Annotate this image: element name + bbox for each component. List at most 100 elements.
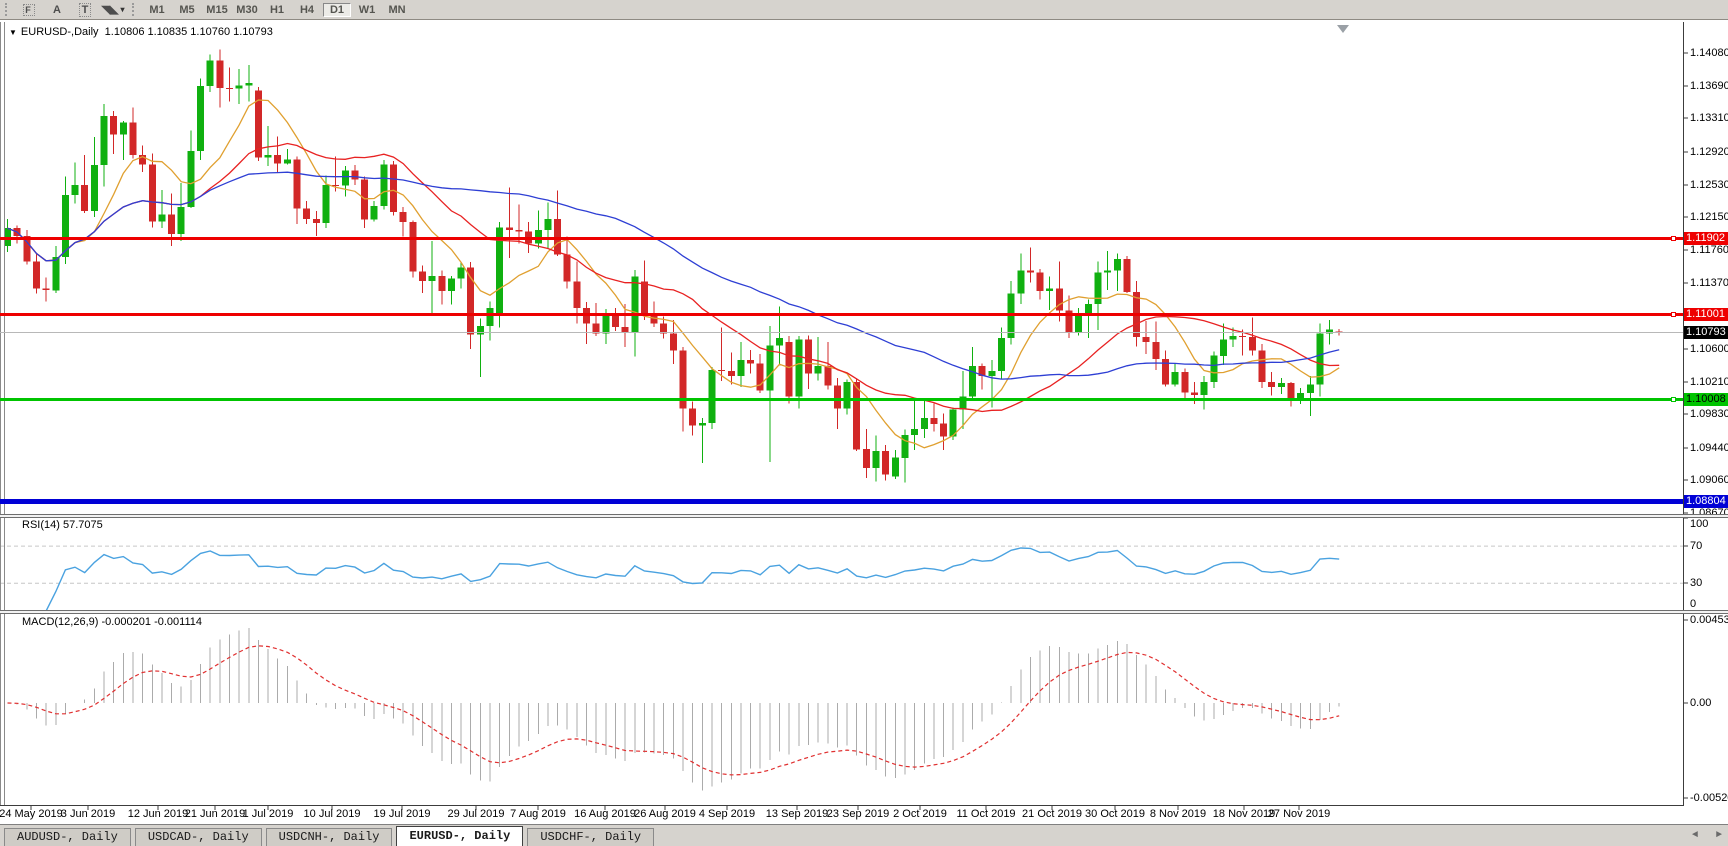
macd-axis-label: 0.00 (1690, 697, 1711, 709)
price-level-badge: 1.11902 (1684, 232, 1728, 245)
rsi-axis-label: 30 (1690, 577, 1702, 589)
price-axis-label: 1.12150 (1690, 211, 1728, 223)
macd-axis-label: 0.004536 (1690, 614, 1728, 626)
chart-tab-eurusd[interactable]: EURUSD-, Daily (396, 826, 523, 846)
tab-scroll-arrows: ◄ ► (1680, 830, 1722, 841)
date-axis-label: 18 Nov 2019 (1213, 808, 1275, 820)
rsi-axis-label: 70 (1690, 540, 1702, 552)
panel-separator[interactable] (0, 610, 1728, 614)
chart-tab-usdchf[interactable]: USDCHF-, Daily (527, 828, 654, 846)
price-level-badge: 1.08804 (1684, 495, 1728, 508)
chart-tab-usdcnh[interactable]: USDCNH-, Daily (266, 828, 393, 846)
timeframe-button-MN[interactable]: MN (383, 3, 411, 17)
price-axis-label: 1.13310 (1690, 112, 1728, 124)
date-axis-label: 11 Oct 2019 (956, 808, 1015, 820)
candlesticks (4, 50, 1343, 483)
horizontal-level-line-resistance[interactable] (0, 313, 1683, 316)
toolbar: F A T ◥◣▾ M1M5M15M30H1H4D1W1MN (0, 0, 1728, 20)
chart-tab-usdcad[interactable]: USDCAD-, Daily (135, 828, 262, 846)
price-axis-label: 1.10600 (1690, 343, 1728, 355)
chart-tab-bar: AUDUSD-, DailyUSDCAD-, DailyUSDCNH-, Dai… (0, 824, 1728, 846)
text-label-icon[interactable]: T (73, 2, 97, 18)
moving-averages (8, 100, 1340, 448)
date-axis-label: 10 Jul 2019 (304, 808, 361, 820)
chart-shift-marker[interactable] (1337, 25, 1349, 33)
price-axis-label: 1.11760 (1690, 244, 1728, 256)
date-axis-label: 21 Jun 2019 (185, 808, 246, 820)
arrow-tools-icon[interactable]: ◥◣▾ (101, 2, 125, 18)
price-axis-label: 1.12920 (1690, 146, 1728, 158)
date-axis-label: 2 Oct 2019 (893, 808, 947, 820)
price-axis-label: 1.13690 (1690, 80, 1728, 92)
date-axis-label: 30 Oct 2019 (1085, 808, 1145, 820)
price-axis-label: 1.12530 (1690, 179, 1728, 191)
timeframe-button-W1[interactable]: W1 (353, 3, 381, 17)
text-icon[interactable]: A (45, 2, 69, 18)
arrow-tools-icon-glyph: ◥◣ (102, 3, 119, 16)
tab-scroll-left-icon[interactable]: ◄ (1692, 830, 1698, 841)
current-price-line (0, 332, 1683, 333)
price-axis-line (1683, 22, 1684, 806)
timeframe-button-D1[interactable]: D1 (323, 3, 351, 17)
timeframe-button-M1[interactable]: M1 (143, 3, 171, 17)
horizontal-level-line-support[interactable] (0, 398, 1683, 401)
date-axis-label: 13 Sep 2019 (766, 808, 828, 820)
date-axis-label: 3 Jun 2019 (61, 808, 115, 820)
timeframe-button-M5[interactable]: M5 (173, 3, 201, 17)
macd-indicator-label: MACD(12,26,9) -0.000201 -0.001114 (22, 616, 202, 628)
line-studies-toolbar: F A T ◥◣▾ (15, 2, 127, 18)
price-axis-label: 1.10210 (1690, 376, 1728, 388)
fibonacci-icon-glyph: F (23, 4, 35, 16)
chart-tab-audusd[interactable]: AUDUSD-, Daily (4, 828, 131, 846)
date-axis-label: 26 Aug 2019 (634, 808, 696, 820)
timeframe-button-M15[interactable]: M15 (203, 3, 231, 17)
dropdown-caret-icon[interactable]: ▾ (120, 5, 124, 14)
chart-ohlc-values: 1.10806 1.10835 1.10760 1.10793 (105, 26, 273, 38)
rsi-indicator-label: RSI(14) 57.7075 (22, 519, 103, 531)
date-axis-label: 29 Jul 2019 (448, 808, 505, 820)
price-level-badge: 1.10008 (1684, 393, 1728, 406)
toolbar-grip[interactable] (132, 3, 137, 16)
rsi-panel (0, 546, 1683, 611)
macd-histogram (8, 628, 1340, 790)
window-border (0, 22, 1, 805)
text-label-icon-glyph: T (79, 3, 92, 17)
date-axis-label: 21 Oct 2019 (1022, 808, 1082, 820)
date-axis-label: 19 Jul 2019 (374, 808, 431, 820)
chart-symbol-label: EURUSD-,Daily (21, 26, 99, 38)
price-axis-label: 1.11370 (1690, 277, 1728, 289)
chart-window[interactable] (0, 20, 1728, 845)
current-price-badge: 1.10793 (1684, 326, 1728, 339)
timeframe-button-M30[interactable]: M30 (233, 3, 261, 17)
text-icon-glyph: A (53, 4, 61, 16)
toolbar-grip[interactable] (5, 3, 10, 16)
rsi-line (17, 548, 1339, 611)
price-axis-label: 1.09440 (1690, 442, 1728, 454)
date-axis-label: 16 Aug 2019 (574, 808, 636, 820)
price-axis-label: 1.09060 (1690, 474, 1728, 486)
chart-canvas[interactable] (0, 0, 1728, 845)
rsi-axis-label: 100 (1690, 518, 1708, 530)
level-line-handle[interactable] (1671, 236, 1676, 241)
fibonacci-icon[interactable]: F (17, 2, 41, 18)
time-axis-line (0, 805, 1684, 806)
price-level-badge: 1.11001 (1684, 308, 1728, 321)
horizontal-level-line-resistance[interactable] (0, 237, 1683, 240)
macd-axis-label: -0.005205 (1690, 792, 1728, 804)
date-axis-label: 24 May 2019 (0, 808, 63, 820)
tab-scroll-right-icon[interactable]: ► (1716, 830, 1722, 841)
panel-separator[interactable] (0, 514, 1728, 518)
timeframe-button-H4[interactable]: H4 (293, 3, 321, 17)
horizontal-level-line-support[interactable] (0, 499, 1683, 504)
rsi-axis-label: 0 (1690, 598, 1696, 610)
window-border (4, 22, 5, 805)
level-line-handle[interactable] (1671, 312, 1676, 317)
chart-menu-icon[interactable]: ▼ (9, 28, 17, 37)
timeframes-toolbar: M1M5M15M30H1H4D1W1MN (142, 3, 412, 17)
price-axis-label: 1.09830 (1690, 408, 1728, 420)
price-axis-label: 1.14080 (1690, 47, 1728, 59)
chart-title: ▼ EURUSD-,Daily 1.10806 1.10835 1.10760 1… (9, 26, 273, 38)
level-line-handle[interactable] (1671, 397, 1676, 402)
date-axis-label: 23 Sep 2019 (827, 808, 889, 820)
timeframe-button-H1[interactable]: H1 (263, 3, 291, 17)
